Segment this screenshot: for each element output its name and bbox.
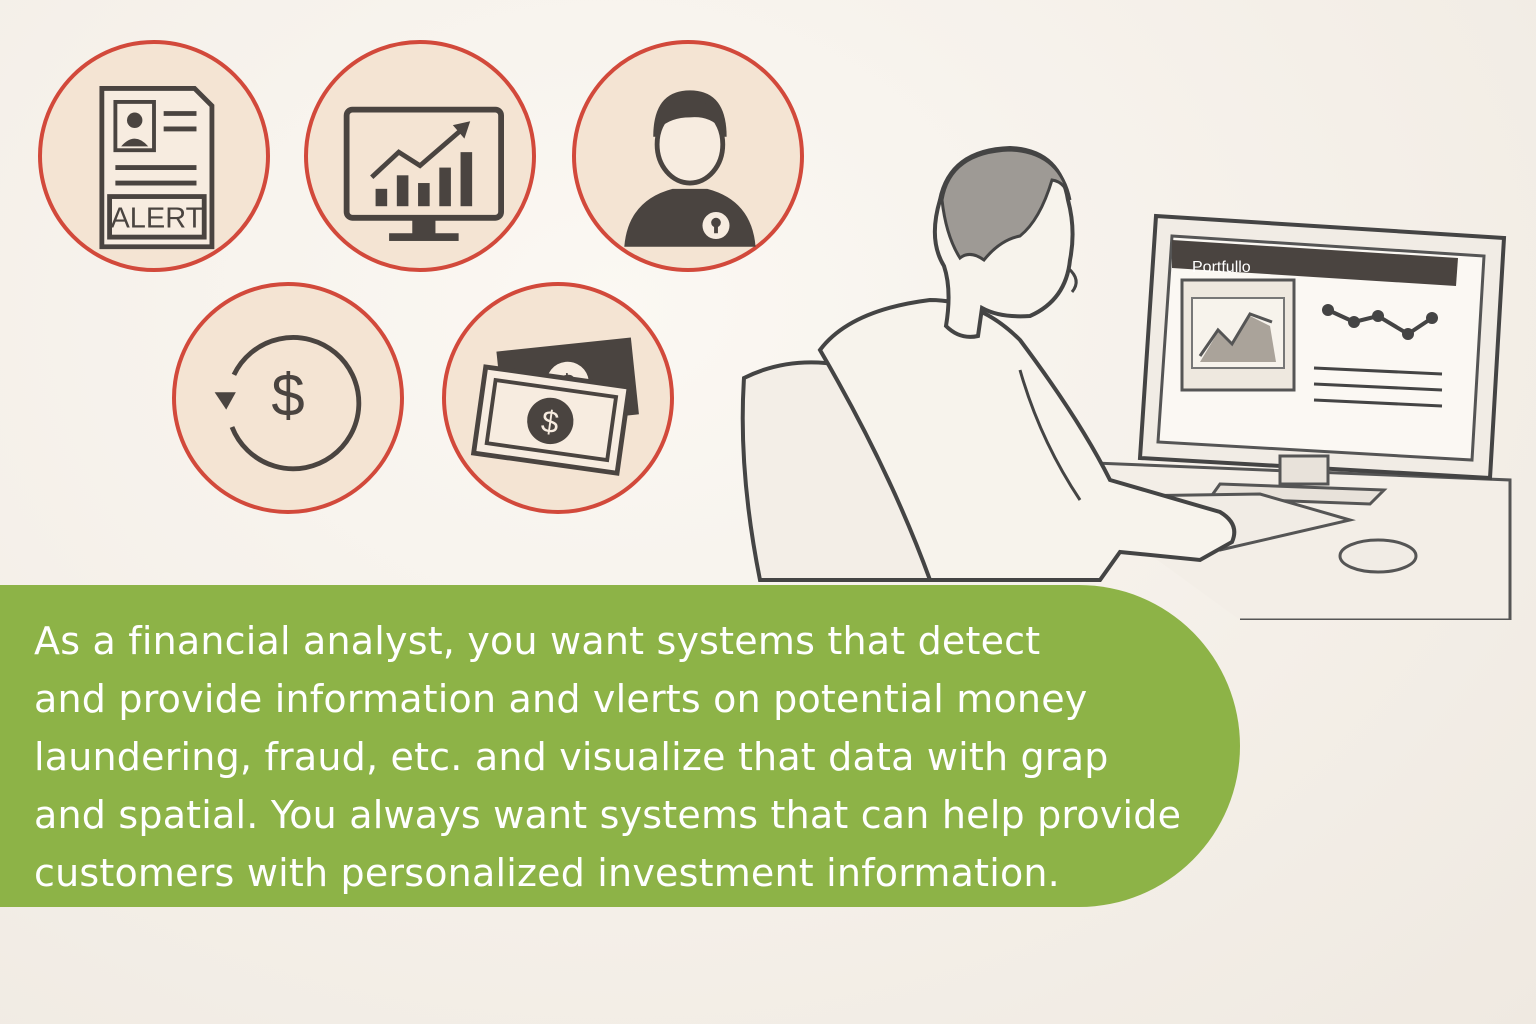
alert-document-icon: ALERT: [38, 40, 270, 272]
svg-text:$: $: [271, 361, 304, 428]
rising-chart-monitor-icon: [304, 40, 536, 272]
analyst-illustration: Portfullo: [720, 140, 1520, 622]
computer-monitor: Portfullo: [1137, 213, 1507, 506]
banner-text: As a financial analyst, you want systems…: [34, 619, 1182, 895]
banknotes-icon: $ $: [442, 282, 674, 514]
dollar-cycle-icon: $: [172, 282, 404, 514]
screen-title: Portfullo: [1192, 259, 1251, 276]
alert-label: ALERT: [110, 202, 203, 234]
